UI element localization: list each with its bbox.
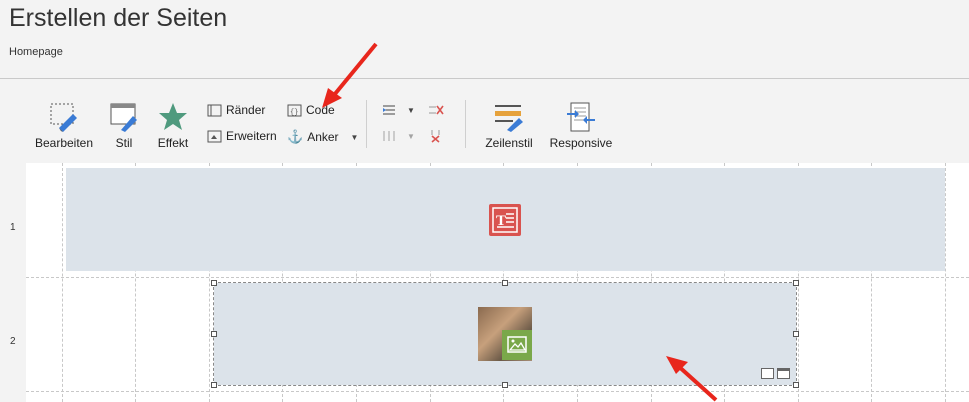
row-number: 1: [10, 222, 16, 233]
grid-column-line: [945, 163, 946, 402]
annotation-arrow-icon: [322, 42, 378, 108]
breadcrumb[interactable]: Homepage: [9, 46, 63, 58]
row-style-button[interactable]: Zeilenstil: [480, 102, 538, 150]
toolbar-separator: [465, 100, 466, 148]
code-icon[interactable]: [761, 368, 774, 379]
resize-handle[interactable]: [211, 280, 217, 286]
annotation-arrow-icon: [666, 356, 718, 402]
delete-column-button[interactable]: [428, 129, 444, 143]
delete-column-icon: [431, 130, 440, 143]
effect-label: Effekt: [157, 136, 189, 150]
row-style-label: Zeilenstil: [485, 136, 533, 150]
row-gutter: 1 2: [0, 163, 27, 402]
edit-button[interactable]: Bearbeiten: [34, 102, 94, 150]
anchor-dropdown[interactable]: ⚓ Anker ▼: [287, 129, 358, 145]
resize-handle[interactable]: [793, 382, 799, 388]
resize-handle[interactable]: [502, 280, 508, 286]
style-button[interactable]: Stil: [107, 102, 141, 150]
row-style-icon: [495, 105, 523, 132]
responsive-button[interactable]: Responsive: [548, 102, 614, 150]
resize-handle[interactable]: [793, 331, 799, 337]
responsive-label: Responsive: [549, 136, 613, 150]
responsive-icon: [567, 102, 595, 132]
chevron-down-icon: ▼: [407, 105, 415, 115]
insert-column-dropdown[interactable]: ▼: [381, 129, 415, 143]
style-brush-icon: [110, 103, 137, 132]
edit-icon: [50, 103, 77, 132]
header-divider: [0, 78, 969, 79]
style-label: Stil: [115, 136, 133, 150]
delete-row-button[interactable]: [428, 103, 444, 117]
resize-handle[interactable]: [211, 331, 217, 337]
resize-handle[interactable]: [793, 280, 799, 286]
insert-row-dropdown[interactable]: ▼: [381, 103, 415, 117]
borders-label: Ränder: [226, 103, 266, 117]
window-icon[interactable]: [777, 368, 790, 379]
insert-column-icon: [383, 131, 395, 141]
svg-text:{}: {}: [290, 109, 298, 117]
text-widget-icon: T: [489, 204, 521, 236]
extend-button[interactable]: Erweitern: [207, 129, 277, 143]
delete-row-icon: [429, 105, 444, 115]
grid-row-line: [26, 391, 969, 392]
resize-handle[interactable]: [211, 382, 217, 388]
page-title: Erstellen der Seiten: [9, 4, 228, 32]
effect-button[interactable]: Effekt: [155, 102, 191, 150]
borders-button[interactable]: Ränder: [207, 103, 265, 117]
resize-handle[interactable]: [502, 382, 508, 388]
code-icon: {}: [287, 104, 302, 117]
anchor-label: Anker: [307, 130, 339, 144]
grid-row-line: [26, 277, 969, 278]
chevron-down-icon: ▼: [350, 132, 359, 142]
extend-icon: [207, 130, 222, 142]
chevron-down-icon: ▼: [407, 131, 415, 141]
star-icon: [159, 103, 187, 130]
row-number: 2: [10, 336, 16, 347]
edit-label: Bearbeiten: [34, 136, 94, 150]
extend-label: Erweitern: [226, 129, 277, 143]
anchor-icon: ⚓: [287, 129, 304, 144]
grid-column-line: [62, 163, 63, 402]
insert-row-icon: [383, 105, 395, 115]
image-widget-icon: [502, 330, 532, 360]
borders-icon: [207, 104, 222, 116]
